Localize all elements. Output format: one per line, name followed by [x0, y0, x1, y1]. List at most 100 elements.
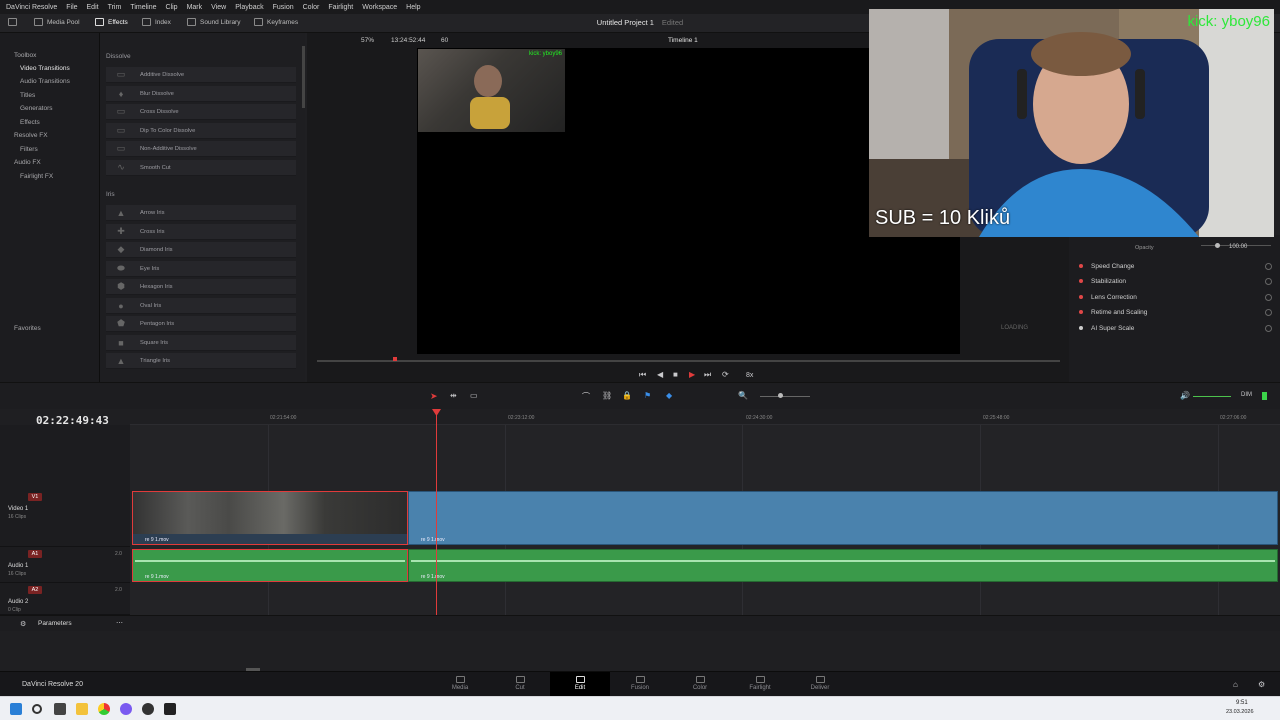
effects-button[interactable]: Effects — [95, 18, 128, 26]
play-icon[interactable]: ▶ — [689, 370, 695, 379]
volume-icon[interactable]: 🔊 — [1180, 391, 1190, 400]
home-icon[interactable]: ⌂ — [1233, 680, 1238, 689]
track-header-a2[interactable]: A2 2.0 Audio 2 0 Clip — [0, 583, 130, 615]
effect-item[interactable]: ▭ Dip To Color Dissolve — [106, 123, 296, 139]
more-icon[interactable]: ⋯ — [116, 619, 123, 627]
tree-fairlight-fx[interactable]: Fairlight FX — [20, 173, 53, 180]
page-color[interactable]: Color — [670, 676, 730, 691]
sound-library-button[interactable]: Sound Library — [187, 18, 240, 26]
audio-clip[interactable]: re 9 1.mov — [132, 549, 408, 582]
blade-tool-icon[interactable]: ▭ — [470, 391, 478, 400]
lower-timeline-area[interactable] — [0, 631, 1280, 671]
tree-video-transitions[interactable]: Video Transitions — [20, 65, 70, 72]
menu-timeline[interactable]: Timeline — [130, 4, 156, 11]
tree-generators[interactable]: Generators — [20, 105, 53, 112]
menu-fusion[interactable]: Fusion — [273, 4, 294, 11]
tree-resolve-fx[interactable]: Resolve FX — [14, 132, 48, 139]
menu-workspace[interactable]: Workspace — [362, 4, 397, 11]
dim-button[interactable]: DIM — [1241, 392, 1252, 398]
effect-item[interactable]: ▭ Additive Dissolve — [106, 67, 296, 83]
menu-fairlight[interactable]: Fairlight — [328, 4, 353, 11]
opacity-handle[interactable] — [1215, 243, 1220, 248]
effect-item[interactable]: ⬬ Eye Iris — [106, 261, 296, 277]
reset-icon[interactable] — [1265, 277, 1272, 285]
reset-icon[interactable] — [1265, 308, 1272, 316]
reset-icon[interactable] — [1265, 293, 1272, 301]
opacity-value[interactable]: 100.00 — [1229, 244, 1247, 250]
trim-tool-icon[interactable]: ⇹ — [450, 391, 457, 400]
effect-item[interactable]: ⬢ Hexagon Iris — [106, 279, 296, 295]
obs-icon[interactable] — [142, 703, 154, 715]
track-badge[interactable]: V1 — [28, 493, 42, 501]
tree-toolbox[interactable]: Toolbox — [14, 52, 36, 59]
inspector-lens-correction[interactable]: Lens Correction — [1079, 290, 1274, 304]
parameters-label[interactable]: Parameters — [38, 620, 72, 627]
reset-icon[interactable] — [1265, 262, 1272, 270]
menu-playback[interactable]: Playback — [235, 4, 263, 11]
effect-item[interactable]: ∿ Smooth Cut — [106, 160, 296, 176]
chrome-icon[interactable] — [98, 703, 110, 715]
link-icon[interactable]: ⛓ — [602, 391, 612, 400]
page-fusion[interactable]: Fusion — [610, 676, 670, 691]
track-header-a1[interactable]: A1 2.0 Audio 1 16 Clips — [0, 547, 130, 583]
flag-icon[interactable]: ⚑ — [644, 391, 651, 400]
effect-item[interactable]: ◆ Diamond Iris — [106, 242, 296, 258]
discord-icon[interactable] — [120, 703, 132, 715]
page-cut[interactable]: Cut — [490, 676, 550, 691]
effect-item[interactable]: ● Oval Iris — [106, 298, 296, 314]
page-deliver[interactable]: Deliver — [790, 676, 850, 691]
effect-item[interactable]: ⬟ Pentagon Iris — [106, 316, 296, 332]
inspector-speed-change[interactable]: Speed Change — [1079, 259, 1274, 273]
menu-trim[interactable]: Trim — [108, 4, 122, 11]
tree-filters[interactable]: Filters — [20, 146, 38, 153]
scrub-marker[interactable] — [393, 357, 397, 361]
track-badge[interactable]: A1 — [28, 550, 42, 558]
keyframes-button[interactable]: Keyframes — [254, 18, 298, 26]
timeline-name[interactable]: Timeline 1 — [668, 37, 698, 44]
tree-effects[interactable]: Effects — [20, 119, 40, 126]
effect-item[interactable]: ■ Square Iris — [106, 335, 296, 351]
page-edit[interactable]: Edit — [550, 672, 610, 697]
playback-speed[interactable]: 8x — [746, 372, 753, 379]
menu-edit[interactable]: Edit — [87, 4, 99, 11]
track-header-v1[interactable]: V1 Video 1 16 Clips — [0, 490, 130, 547]
effect-item[interactable]: ✚ Cross Iris — [106, 224, 296, 240]
zoom-handle[interactable] — [778, 393, 783, 398]
marker-icon[interactable]: ◆ — [666, 391, 672, 400]
effect-item[interactable]: ▭ Non-Additive Dissolve — [106, 141, 296, 157]
parameters-icon[interactable]: ⚙ — [20, 620, 26, 628]
search-icon[interactable] — [32, 704, 42, 714]
index-button[interactable]: Index — [142, 18, 171, 26]
task-view-icon[interactable] — [54, 703, 66, 715]
file-explorer-icon[interactable] — [76, 703, 88, 715]
zoom-icon[interactable]: 🔍 — [738, 391, 748, 400]
effect-item[interactable]: ♦ Blur Dissolve — [106, 86, 296, 102]
video-clip[interactable]: re 9 1.mov — [408, 491, 1278, 545]
play-reverse-icon[interactable]: ◀ — [657, 370, 663, 379]
menu-file[interactable]: File — [66, 4, 77, 11]
page-fairlight[interactable]: Fairlight — [730, 676, 790, 691]
settings-icon[interactable]: ⚙ — [1258, 680, 1265, 689]
video-clip[interactable]: re 9 1.mov — [132, 491, 408, 545]
media-pool-button[interactable]: Media Pool — [34, 18, 80, 26]
effect-item[interactable]: ▲ Triangle Iris — [106, 353, 296, 369]
skip-end-icon[interactable]: ⏭ — [704, 370, 711, 380]
effect-item[interactable]: ▲ Arrow Iris — [106, 205, 296, 221]
davinci-taskbar-icon[interactable] — [164, 703, 176, 715]
zoom-slider[interactable] — [760, 396, 810, 397]
favorites-header[interactable]: Favorites — [14, 325, 41, 332]
menu-help[interactable]: Help — [406, 4, 420, 11]
stop-icon[interactable]: ■ — [673, 370, 678, 379]
inspector-stabilization[interactable]: Stabilization — [1079, 274, 1274, 288]
lock-icon[interactable]: 🔒 — [622, 391, 632, 400]
timeline-ruler[interactable]: 02:21:54:00 02:23:12:00 02:24:30:00 02:2… — [130, 409, 1280, 425]
panel-toggle-button[interactable] — [8, 18, 17, 26]
reset-icon[interactable] — [1265, 324, 1272, 332]
snap-icon[interactable]: ⌒ — [582, 391, 590, 402]
windows-start-icon[interactable] — [10, 703, 22, 715]
viewer-scrubber[interactable] — [317, 357, 1060, 362]
inspector-retime-scaling[interactable]: Retime and Scaling — [1079, 305, 1274, 319]
clock-date[interactable]: 23.03.2026 — [1226, 709, 1254, 715]
audio-clip[interactable]: re 9 1.mov — [408, 549, 1278, 582]
volume-slider[interactable] — [1193, 396, 1231, 397]
